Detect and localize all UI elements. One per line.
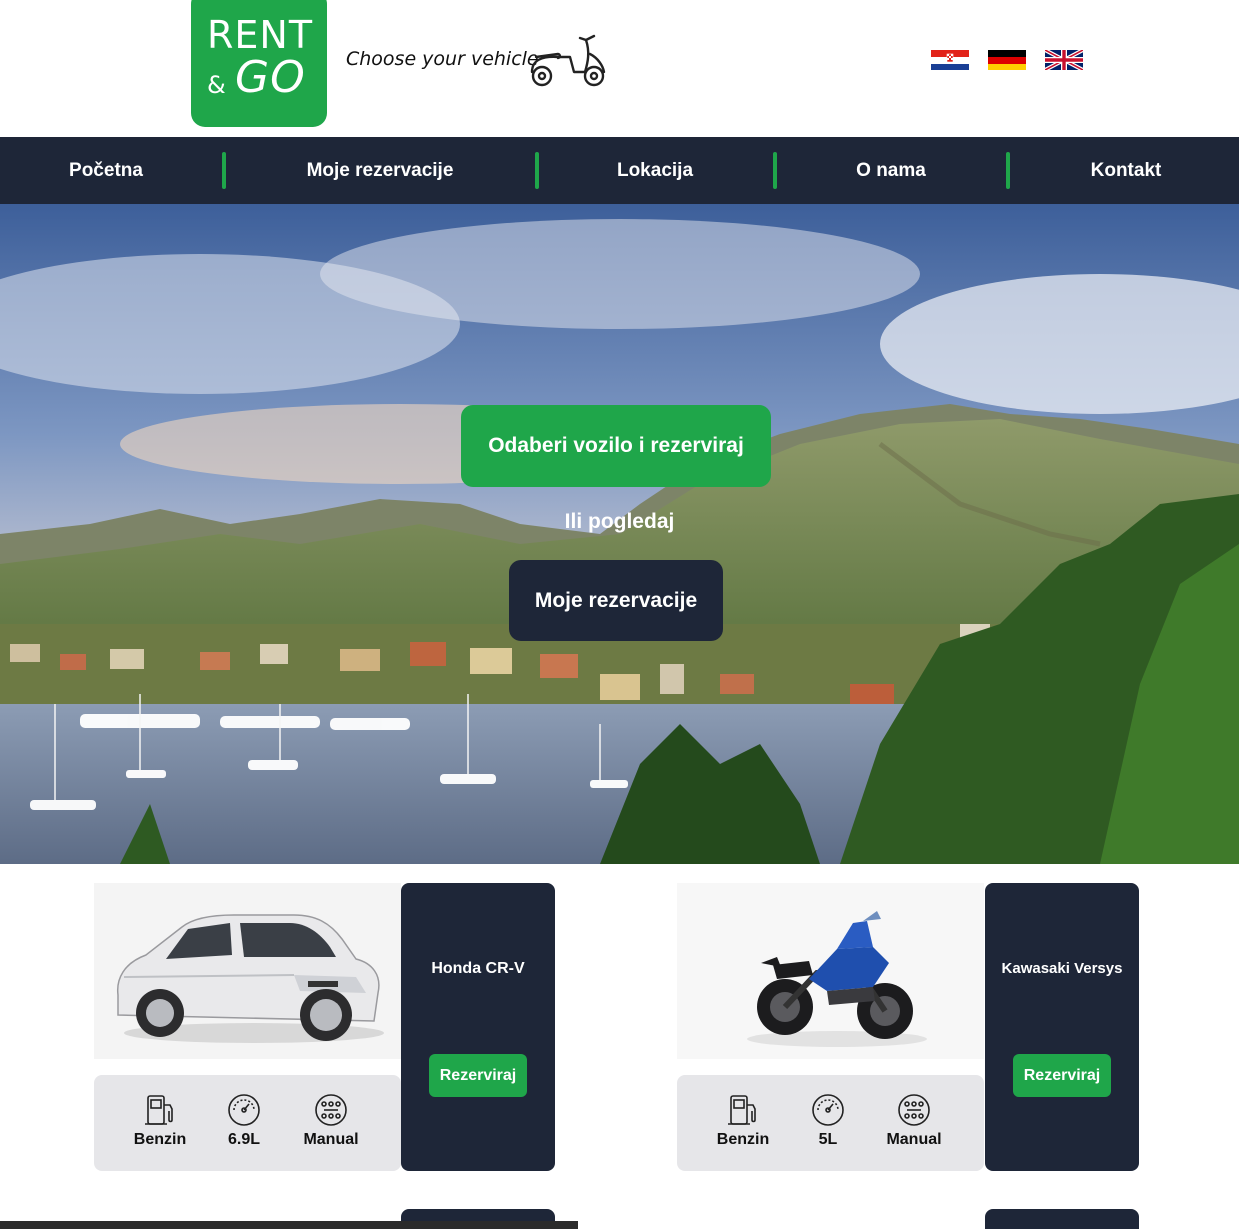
tagline: Choose your vehicle xyxy=(346,48,539,70)
fuel-spec: Benzin xyxy=(703,1093,783,1149)
nav-divider xyxy=(773,152,777,189)
vehicle-card-panel-partial xyxy=(985,1209,1139,1229)
gauge-icon xyxy=(228,1094,260,1126)
hero-banner: Odaberi vozilo i rezerviraj Ili pogledaj… xyxy=(0,204,1239,864)
vehicle-name: Kawasaki Versys xyxy=(1001,960,1123,977)
nav-divider xyxy=(222,152,226,189)
transmission-spec: Manual xyxy=(874,1093,954,1149)
consumption-spec: 6.9L xyxy=(204,1093,284,1149)
uk-flag-icon[interactable] xyxy=(1045,50,1083,70)
main-nav: Početna Moje rezervacije Lokacija O nama… xyxy=(0,137,1239,204)
nav-divider xyxy=(535,152,539,189)
fuel-consumption: 6.9L xyxy=(227,1131,260,1148)
vehicle-card-panel: Kawasaki Versys Rezerviraj xyxy=(985,883,1139,1171)
gear-shift-icon xyxy=(315,1094,347,1126)
logo-amp-text: & xyxy=(207,71,226,99)
suv-car-image xyxy=(116,914,384,1043)
logo-go-text: GO xyxy=(235,52,306,103)
consumption-spec: 5L xyxy=(788,1093,868,1149)
transmission-type: Manual xyxy=(303,1131,359,1148)
nav-item-about[interactable]: O nama xyxy=(816,137,966,204)
fuel-pump-icon xyxy=(728,1095,756,1125)
hero-landscape-image xyxy=(0,204,1239,864)
transmission-type: Manual xyxy=(886,1131,942,1148)
vehicle-photo-motorcycle xyxy=(677,883,984,1059)
logo[interactable]: RENT & GO xyxy=(191,0,327,127)
logo-rent-text: RENT xyxy=(207,13,314,57)
gear-shift-icon xyxy=(898,1094,930,1126)
nav-item-home[interactable]: Početna xyxy=(30,137,182,204)
vehicle-card-panel: Honda CR-V Rezerviraj xyxy=(401,883,555,1171)
vehicle-card: Benzin 6.9L Manual Honda CR-V Rezerviraj xyxy=(94,883,555,1171)
fuel-type: Benzin xyxy=(133,1131,187,1148)
gauge-icon xyxy=(812,1094,844,1126)
editor-status-bar xyxy=(0,1221,578,1229)
nav-divider xyxy=(1006,152,1010,189)
vehicle-specs: Benzin 5L Manual xyxy=(677,1075,984,1171)
nav-item-my-reservations[interactable]: Moje rezervacije xyxy=(270,137,490,204)
fuel-type: Benzin xyxy=(716,1131,770,1148)
nav-item-contact[interactable]: Kontakt xyxy=(1050,137,1202,204)
motorcycle-image xyxy=(747,911,927,1047)
vehicle-specs: Benzin 6.9L Manual xyxy=(94,1075,401,1171)
language-switcher xyxy=(931,50,1083,70)
or-view-text: Ili pogledaj xyxy=(564,510,675,533)
fuel-spec: Benzin xyxy=(120,1093,200,1149)
scooter-icon xyxy=(530,34,606,87)
book-button[interactable]: Rezerviraj xyxy=(429,1054,527,1097)
fuel-pump-icon xyxy=(145,1095,173,1125)
nav-item-location[interactable]: Lokacija xyxy=(580,137,730,204)
vehicle-name: Honda CR-V xyxy=(431,960,525,977)
book-button[interactable]: Rezerviraj xyxy=(1013,1054,1111,1097)
choose-vehicle-button[interactable]: Odaberi vozilo i rezerviraj xyxy=(461,405,771,487)
vehicle-photo-suv xyxy=(94,883,401,1059)
germany-flag-icon[interactable] xyxy=(988,50,1026,70)
croatia-flag-icon[interactable] xyxy=(931,50,969,70)
my-reservations-button[interactable]: Moje rezervacije xyxy=(509,560,723,641)
header: RENT & GO Choose your vehicle xyxy=(0,0,1239,137)
vehicle-card: Benzin 5L Manual Kawasaki Versys Rezervi… xyxy=(677,883,1139,1171)
fuel-consumption: 5L xyxy=(818,1131,838,1148)
transmission-spec: Manual xyxy=(291,1093,371,1149)
